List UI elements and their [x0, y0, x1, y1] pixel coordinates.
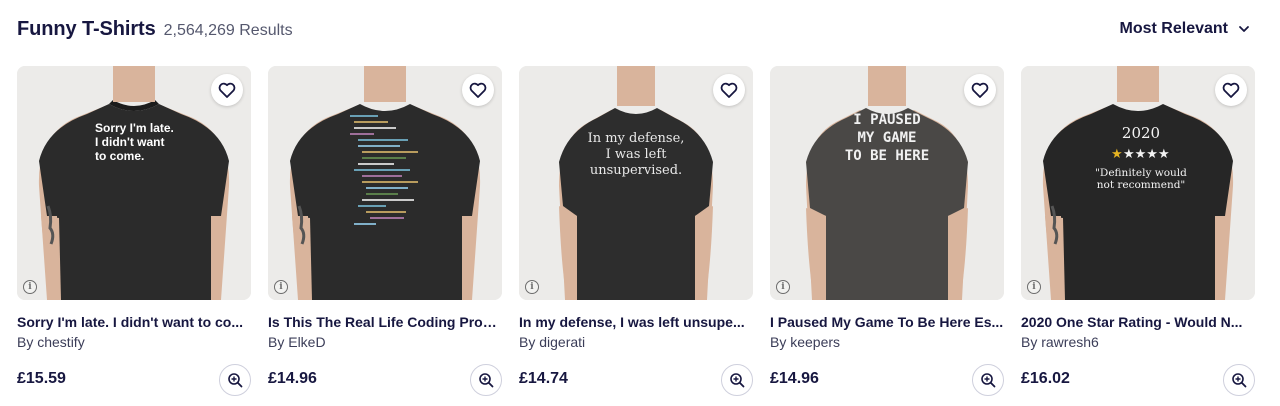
- heart-icon: [720, 82, 738, 98]
- page-title: Funny T-Shirts: [17, 17, 156, 40]
- zoom-in-icon: [479, 373, 494, 388]
- product-title[interactable]: Is This The Real Life Coding Prog...: [268, 314, 502, 330]
- product-title[interactable]: In my defense, I was left unsupe...: [519, 314, 753, 330]
- svg-text:★: ★: [1111, 147, 1123, 162]
- product-title[interactable]: 2020 One Star Rating - Would N...: [1021, 314, 1255, 330]
- quick-view-button[interactable]: [721, 364, 753, 396]
- product-price: £14.96: [770, 370, 819, 387]
- product-artist[interactable]: By keepers: [770, 334, 1004, 350]
- results-header: Funny T-Shirts 2,564,269 Results Most Re…: [17, 14, 1250, 44]
- product-title[interactable]: I Paused My Game To Be Here Es...: [770, 314, 1004, 330]
- product-price: £15.59: [17, 370, 66, 387]
- svg-text:★★★★: ★★★★: [1123, 147, 1170, 162]
- shirt-print-line: not recommend": [1097, 179, 1186, 191]
- product-card[interactable]: Sorry I'm late. I didn't want to come. i…: [17, 66, 251, 396]
- heart-icon: [218, 82, 236, 98]
- product-card[interactable]: i Is This The Real Life Coding Prog... B…: [268, 66, 502, 396]
- heart-icon: [469, 82, 487, 98]
- product-image[interactable]: Sorry I'm late. I didn't want to come. i: [17, 66, 251, 300]
- product-artist[interactable]: By chestify: [17, 334, 251, 350]
- heart-icon: [971, 82, 989, 98]
- product-artist[interactable]: By digerati: [519, 334, 753, 350]
- sort-label: Most Relevant: [1119, 20, 1228, 37]
- product-card[interactable]: In my defense, I was left unsupervised. …: [519, 66, 753, 396]
- quick-view-button[interactable]: [972, 364, 1004, 396]
- shirt-print-line: In my defense,: [588, 131, 685, 146]
- zoom-in-icon: [981, 373, 996, 388]
- product-title[interactable]: Sorry I'm late. I didn't want to co...: [17, 314, 251, 330]
- shirt-print-line: unsupervised.: [590, 163, 682, 178]
- sort-dropdown[interactable]: Most Relevant: [1120, 20, 1250, 38]
- shirt-print-line: 2020: [1122, 124, 1160, 142]
- zoom-in-icon: [228, 373, 243, 388]
- quick-view-button[interactable]: [1223, 364, 1255, 396]
- product-image[interactable]: i: [268, 66, 502, 300]
- shirt-print-line: Sorry I'm late.: [95, 121, 174, 135]
- product-price: £14.74: [519, 370, 568, 387]
- product-image[interactable]: I PAUSED MY GAME TO BE HERE i: [770, 66, 1004, 300]
- info-icon[interactable]: i: [274, 280, 288, 294]
- zoom-in-icon: [1232, 373, 1247, 388]
- quick-view-button[interactable]: [219, 364, 251, 396]
- shirt-print-line: MY GAME: [857, 130, 916, 146]
- shirt-print-line: to come.: [95, 149, 144, 163]
- product-image[interactable]: In my defense, I was left unsupervised. …: [519, 66, 753, 300]
- product-artist[interactable]: By rawresh6: [1021, 334, 1255, 350]
- zoom-in-icon: [730, 373, 745, 388]
- favorite-button[interactable]: [211, 74, 243, 106]
- heart-icon: [1222, 82, 1240, 98]
- product-card[interactable]: I PAUSED MY GAME TO BE HERE i I Paused M…: [770, 66, 1004, 396]
- shirt-print-line: TO BE HERE: [845, 148, 929, 164]
- shirt-print-line: I was left: [606, 147, 668, 162]
- chevron-down-icon: [1239, 26, 1249, 32]
- product-card[interactable]: 2020 ★ ★★★★ "Definitely would not recomm…: [1021, 66, 1255, 396]
- product-price: £16.02: [1021, 370, 1070, 387]
- favorite-button[interactable]: [462, 74, 494, 106]
- quick-view-button[interactable]: [470, 364, 502, 396]
- info-icon[interactable]: i: [776, 280, 790, 294]
- star-rating: ★ ★★★★: [1111, 147, 1170, 162]
- shirt-print-line: I PAUSED: [853, 112, 920, 128]
- product-artist[interactable]: By ElkeD: [268, 334, 502, 350]
- favorite-button[interactable]: [1215, 74, 1247, 106]
- shirt-print-line: I didn't want: [95, 135, 165, 149]
- title-group: Funny T-Shirts 2,564,269 Results: [17, 18, 293, 41]
- result-count: 2,564,269 Results: [163, 21, 293, 39]
- favorite-button[interactable]: [713, 74, 745, 106]
- shirt-print-line: "Definitely would: [1095, 167, 1187, 179]
- info-icon[interactable]: i: [1027, 280, 1041, 294]
- product-image[interactable]: 2020 ★ ★★★★ "Definitely would not recomm…: [1021, 66, 1255, 300]
- info-icon[interactable]: i: [525, 280, 539, 294]
- favorite-button[interactable]: [964, 74, 996, 106]
- product-grid: Sorry I'm late. I didn't want to come. i…: [17, 66, 1255, 396]
- product-price: £14.96: [268, 370, 317, 387]
- info-icon[interactable]: i: [23, 280, 37, 294]
